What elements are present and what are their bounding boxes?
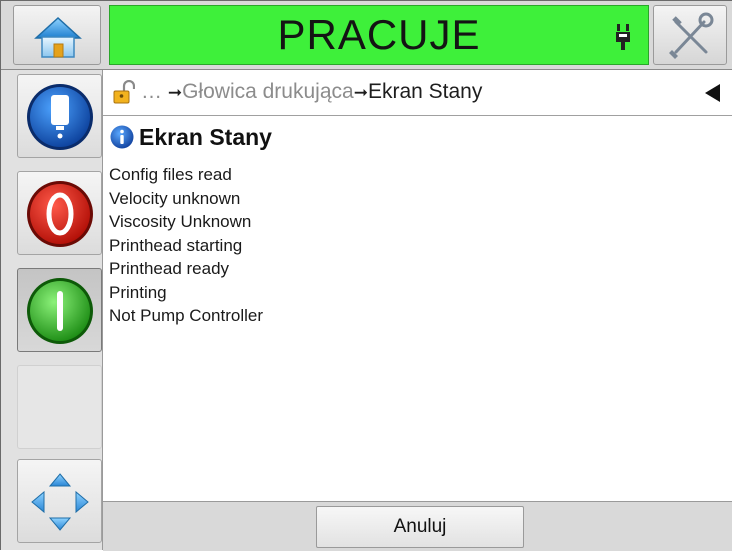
- navigation-arrows-icon: [31, 473, 89, 531]
- status-line: Config files read: [109, 165, 232, 184]
- home-icon: [34, 16, 82, 58]
- printhead-button[interactable]: [17, 74, 102, 158]
- tools-icon: [669, 12, 714, 59]
- breadcrumb-parent[interactable]: Głowica drukująca: [182, 80, 354, 103]
- left-sidebar: [1, 70, 103, 550]
- breadcrumb-path: … ➞Głowica drukująca➞Ekran Stany: [141, 80, 482, 104]
- breadcrumb: … ➞Głowica drukująca➞Ekran Stany: [103, 70, 732, 116]
- top-bar: PRACUJE: [1, 1, 732, 70]
- stop-button[interactable]: [17, 171, 102, 255]
- status-line: Not Pump Controller: [109, 306, 264, 325]
- status-line: Printhead starting: [109, 235, 243, 255]
- status-line: Printing: [109, 282, 167, 302]
- start-icon: [27, 278, 93, 344]
- printhead-plug-icon: [616, 24, 630, 50]
- unlocked-padlock-icon[interactable]: [113, 80, 135, 104]
- home-button[interactable]: [13, 5, 101, 65]
- breadcrumb-ellipsis[interactable]: …: [141, 80, 162, 103]
- status-indicator: PRACUJE: [109, 5, 649, 65]
- printhead-icon: [27, 84, 93, 150]
- main-content: Ekran Stany Config files read Velocity u…: [103, 116, 732, 502]
- status-text: PRACUJE: [277, 11, 481, 58]
- status-list: Config files read Velocity unknown Visco…: [109, 163, 263, 328]
- bottom-bar: Anuluj: [103, 501, 732, 551]
- breadcrumb-arrow-icon: ➞: [167, 83, 183, 102]
- status-line: Printhead ready: [109, 259, 230, 278]
- info-icon: [110, 125, 134, 149]
- breadcrumb-current: Ekran Stany: [367, 80, 483, 103]
- stop-icon: [27, 181, 93, 247]
- status-line: Viscosity Unknown: [109, 212, 252, 231]
- back-arrow-icon[interactable]: [705, 84, 720, 102]
- navigation-button[interactable]: [17, 459, 102, 543]
- page-title: Ekran Stany: [139, 124, 272, 150]
- empty-slot-button: [17, 365, 102, 449]
- tools-button[interactable]: [653, 5, 727, 65]
- start-button[interactable]: [17, 268, 102, 352]
- cancel-button[interactable]: Anuluj: [316, 506, 524, 548]
- status-line: Velocity unknown: [109, 188, 241, 208]
- breadcrumb-arrow-icon: ➞: [353, 83, 368, 102]
